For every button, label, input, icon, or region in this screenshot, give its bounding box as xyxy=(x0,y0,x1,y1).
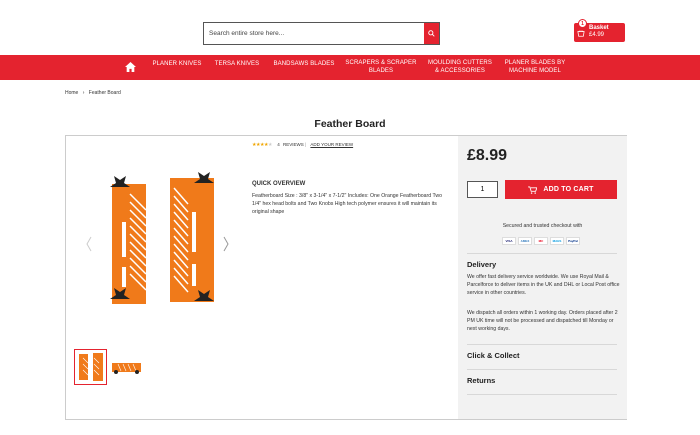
gallery-thumb-2[interactable] xyxy=(110,349,143,385)
basket-count-badge: 1 xyxy=(578,19,587,28)
divider xyxy=(467,344,617,345)
nav-item-planer-knives[interactable]: Planer Knives xyxy=(148,60,206,68)
product-main-image[interactable] xyxy=(100,172,220,307)
product-rating: ★★★★★ 4 Reviews | Add Your Review xyxy=(252,142,354,148)
purchase-sidebar: £8.99 ADD TO CART Secured and trusted ch… xyxy=(458,136,627,419)
thumb-image xyxy=(112,363,141,374)
mastercard-icon: MC xyxy=(534,237,548,245)
nav-item-label-line2: Machine Model xyxy=(509,68,561,74)
paypal-icon: PayPal xyxy=(566,237,580,245)
gallery-thumb-1[interactable] xyxy=(74,349,107,385)
breadcrumb-current: Feather Board xyxy=(88,90,121,96)
nav-item-label: Bandsaws Blades xyxy=(273,61,335,67)
basket-button[interactable]: 1 Basket £4.99 xyxy=(574,19,625,42)
add-to-cart-label: ADD TO CART xyxy=(543,186,594,193)
quick-overview-text: Featherboard Size : 3/8" x 3-1/4" x 7-1/… xyxy=(252,193,442,215)
delivery-title[interactable]: Delivery xyxy=(467,260,496,269)
cart-icon xyxy=(528,185,538,194)
delivery-text-2: We dispatch all orders within 1 working … xyxy=(467,310,618,332)
main-nav: Planer Knives Tersa Knives Bandsaws Blad… xyxy=(0,55,700,80)
nav-item-label-line2: Blades xyxy=(368,68,394,74)
search-icon xyxy=(428,30,435,37)
featherboard-left xyxy=(110,176,147,304)
search-input[interactable] xyxy=(204,23,424,44)
product-gallery xyxy=(66,136,246,421)
payment-methods: VISA AMEX MC MAES PayPal xyxy=(502,237,580,245)
rating-stars: ★★★★★ xyxy=(252,142,272,148)
maestro-icon: MAES xyxy=(550,237,564,245)
basket-total: £4.99 xyxy=(589,32,605,38)
page-title: Feather Board xyxy=(314,118,386,130)
visa-icon: VISA xyxy=(502,237,516,245)
nav-item-label: Planer Knives xyxy=(152,61,202,67)
gallery-prev-arrow[interactable] xyxy=(86,236,92,252)
add-review-link[interactable]: Add Your Review xyxy=(310,142,353,147)
quick-overview-title: Quick Overview xyxy=(252,181,306,187)
nav-item-label: Planer Blades By xyxy=(504,60,566,66)
add-to-cart-button[interactable]: ADD TO CART xyxy=(505,180,617,199)
basket-label: Basket xyxy=(589,25,609,31)
nav-item-label-line2: & Accessories xyxy=(435,68,485,74)
breadcrumb: Home › Feather Board xyxy=(65,90,124,96)
amex-icon: AMEX xyxy=(518,237,532,245)
nav-item-label: Moulding Cutters xyxy=(428,60,492,66)
returns-title[interactable]: Returns xyxy=(467,376,495,385)
breadcrumb-home-link[interactable]: Home xyxy=(65,90,78,96)
secure-checkout-text: Secured and trusted checkout with xyxy=(502,223,583,229)
divider xyxy=(467,253,617,254)
product-panel: ★★★★★ 4 Reviews | Add Your Review Quick … xyxy=(65,135,627,420)
nav-item-tersa-knives[interactable]: Tersa Knives xyxy=(211,60,263,68)
home-icon[interactable] xyxy=(125,62,136,72)
nav-item-label: Scrapers & Scraper xyxy=(345,60,417,66)
gallery-next-arrow[interactable] xyxy=(223,236,229,252)
click-collect-title[interactable]: Click & Collect xyxy=(467,351,520,360)
divider xyxy=(467,394,617,395)
nav-item-scrapers[interactable]: Scrapers & Scraper Blades xyxy=(343,59,419,75)
quantity-input[interactable] xyxy=(467,181,498,198)
featherboard-right xyxy=(170,172,214,302)
delivery-text-1: We offer fast delivery service worldwide… xyxy=(467,274,620,296)
breadcrumb-separator: › xyxy=(82,90,85,96)
nav-item-bandsaws-blades[interactable]: Bandsaws Blades xyxy=(270,60,338,68)
product-price: £8.99 xyxy=(467,147,508,164)
search-box xyxy=(203,22,440,45)
nav-item-label: Tersa Knives xyxy=(214,61,260,67)
nav-item-planer-blades-by-model[interactable]: Planer Blades By Machine Model xyxy=(500,59,570,75)
reviews-link[interactable]: Reviews xyxy=(283,142,304,147)
review-count: 4 xyxy=(277,142,280,147)
nav-item-moulding-cutters[interactable]: Moulding Cutters & Accessories xyxy=(424,59,496,75)
search-button[interactable] xyxy=(424,23,439,44)
basket-icon xyxy=(577,30,585,37)
thumb-image xyxy=(79,353,103,381)
site-header: 1 Basket £4.99 xyxy=(0,0,700,55)
divider xyxy=(467,369,617,370)
